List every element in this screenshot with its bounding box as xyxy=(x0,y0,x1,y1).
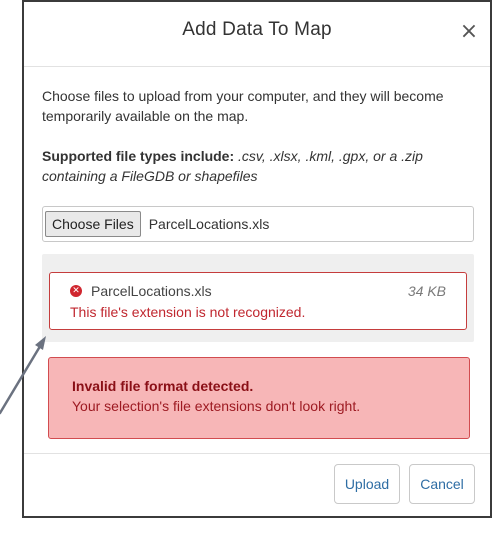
supported-file-types: Supported file types include: .csv, .xls… xyxy=(42,146,482,186)
file-card-size: 34 KB xyxy=(407,283,446,299)
intro-text: Choose files to upload from your compute… xyxy=(42,88,444,124)
cancel-button[interactable]: Cancel xyxy=(409,464,475,504)
selected-file-name: ParcelLocations.xls xyxy=(148,216,270,232)
supported-types-label: Supported file types include: xyxy=(42,148,235,164)
footer-divider xyxy=(24,453,490,454)
error-x-icon: ✕ xyxy=(70,285,82,297)
dialog-header: Add Data To Map × xyxy=(24,2,490,67)
close-button[interactable]: × xyxy=(458,21,480,44)
file-card-error-message: This file's extension is not recognized. xyxy=(70,304,306,320)
file-list: ✕ ParcelLocations.xls 34 KB This file's … xyxy=(42,254,474,342)
file-card-name: ParcelLocations.xls xyxy=(91,283,212,299)
alert-body: Your selection's file extensions don't l… xyxy=(72,398,361,414)
error-alert: Invalid file format detected. Your selec… xyxy=(48,357,470,439)
add-data-dialog: Add Data To Map × Choose files to upload… xyxy=(22,0,492,518)
file-card-name-row: ✕ ParcelLocations.xls xyxy=(70,283,212,299)
file-input[interactable]: Choose Files ParcelLocations.xls xyxy=(42,206,474,242)
alert-title: Invalid file format detected. xyxy=(72,378,254,394)
dialog-title: Add Data To Map xyxy=(182,19,332,40)
upload-button[interactable]: Upload xyxy=(334,464,400,504)
file-card: ✕ ParcelLocations.xls 34 KB This file's … xyxy=(49,272,467,330)
choose-files-button[interactable]: Choose Files xyxy=(45,211,141,237)
screen: Add Data To Map × Choose files to upload… xyxy=(0,0,501,534)
